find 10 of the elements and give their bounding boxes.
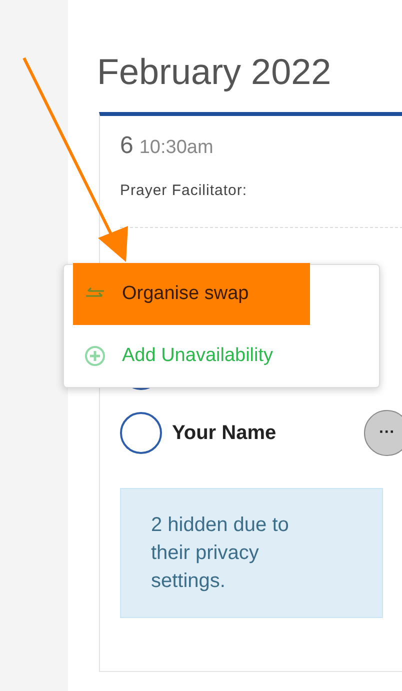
menu-item[interactable]: Organise swap (73, 263, 310, 325)
event-day: 6 (120, 132, 134, 160)
more-button[interactable]: ··· (364, 410, 402, 456)
privacy-notice: 2 hidden due to their privacy settings. (120, 488, 383, 618)
month-title: February 2022 (97, 50, 332, 94)
role-label: Prayer Facilitator: (120, 182, 248, 199)
add-icon (84, 345, 106, 367)
avatar (120, 412, 162, 454)
event-time: 10:30am (139, 137, 214, 159)
member-name: Your Name (172, 422, 276, 444)
